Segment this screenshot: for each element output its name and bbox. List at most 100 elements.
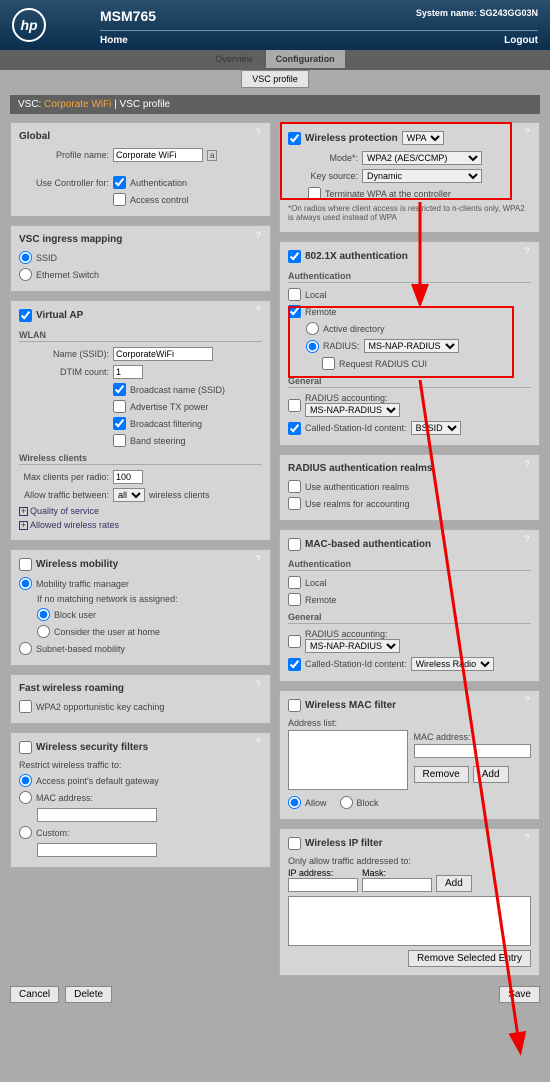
mac-input[interactable] — [37, 808, 157, 822]
ad-radio[interactable] — [306, 322, 319, 335]
nav-home[interactable]: Home — [100, 35, 128, 46]
terminate-wpa-checkbox[interactable] — [308, 187, 321, 200]
mac-radio[interactable] — [19, 791, 32, 804]
mac-remove-button[interactable]: Remove — [414, 766, 469, 783]
ingress-eth-radio[interactable] — [19, 268, 32, 281]
panel-ingress-title: VSC ingress mapping — [19, 232, 262, 249]
wprot-checkbox[interactable] — [288, 132, 301, 145]
ip-add-button[interactable]: Add — [436, 875, 472, 892]
macauth-csi-checkbox[interactable] — [288, 658, 301, 671]
mask-input[interactable] — [362, 878, 432, 892]
ra-checkbox[interactable] — [288, 399, 301, 412]
subnet-mobility-radio[interactable] — [19, 642, 32, 655]
adv-tx-checkbox[interactable] — [113, 400, 126, 413]
macauth-checkbox[interactable] — [288, 538, 301, 551]
csi-checkbox[interactable] — [288, 422, 301, 435]
csi-select[interactable]: BSSID — [411, 421, 461, 435]
secfilt-checkbox[interactable] — [19, 741, 32, 754]
help-icon[interactable]: ? — [521, 459, 533, 471]
header: hp MSM765 System name: SG243GG03N Home L… — [0, 0, 550, 50]
home-radio[interactable] — [37, 625, 50, 638]
panel-dot1x: 802.1X authentication ? Authentication L… — [279, 241, 540, 446]
ip-remove-button[interactable]: Remove Selected Entry — [408, 950, 531, 967]
ra-select[interactable]: MS-NAP-RADIUS — [305, 403, 400, 417]
dot1x-checkbox[interactable] — [288, 250, 301, 263]
macauth-ra-checkbox[interactable] — [288, 635, 301, 648]
help-icon[interactable]: ? — [252, 230, 264, 242]
macfilter-checkbox[interactable] — [288, 699, 301, 712]
radius-radio[interactable] — [306, 340, 319, 353]
profile-name-input[interactable] — [113, 148, 203, 162]
auth-checkbox[interactable] — [113, 176, 126, 189]
macauth-remote-checkbox[interactable] — [288, 593, 301, 606]
macauth-ra-select[interactable]: MS-NAP-RADIUS — [305, 639, 400, 653]
mobility-checkbox[interactable] — [19, 558, 32, 571]
mac-address-list[interactable] — [288, 730, 408, 790]
macfilt-allow-radio[interactable] — [288, 796, 301, 809]
lang-icon[interactable]: a — [207, 150, 217, 161]
help-icon[interactable]: ? — [521, 695, 533, 707]
wprot-select[interactable]: WPA — [402, 131, 444, 145]
panel-global: Global ? Profile name:a Use Controller f… — [10, 122, 271, 217]
panel-vap: Virtual AP ? WLAN Name (SSID): DTIM coun… — [10, 300, 271, 541]
qos-expand[interactable]: +Quality of service — [19, 504, 262, 518]
custom-radio[interactable] — [19, 826, 32, 839]
system-name: System name: SG243GG03N — [416, 8, 538, 18]
max-clients-input[interactable] — [113, 470, 143, 484]
mac-addr-input[interactable] — [414, 744, 532, 758]
bcast-filter-checkbox[interactable] — [113, 417, 126, 430]
wpa2-okc-checkbox[interactable] — [19, 700, 32, 713]
ip-input[interactable] — [288, 878, 358, 892]
bcast-ssid-checkbox[interactable] — [113, 383, 126, 396]
panel-macfilter: Wireless MAC filter ? Address list: MAC … — [279, 690, 540, 820]
subtab-vsc[interactable]: VSC profile — [241, 70, 309, 88]
rates-expand[interactable]: +Allowed wireless rates — [19, 518, 262, 532]
tab-configuration[interactable]: Configuration — [266, 50, 345, 68]
custom-input[interactable] — [37, 843, 157, 857]
help-icon[interactable]: ? — [252, 679, 264, 691]
dot1x-remote-checkbox[interactable] — [288, 305, 301, 318]
dtim-input[interactable] — [113, 365, 143, 379]
tab-overview[interactable]: Overview — [205, 50, 263, 68]
help-icon[interactable]: ? — [521, 534, 533, 546]
ap-gw-radio[interactable] — [19, 774, 32, 787]
acct-realms-checkbox[interactable] — [288, 497, 301, 510]
key-source-select[interactable]: Dynamic — [362, 169, 482, 183]
block-user-radio[interactable] — [37, 608, 50, 621]
help-icon[interactable]: ? — [252, 737, 264, 749]
help-icon[interactable]: ? — [252, 127, 264, 139]
macfilt-block-radio[interactable] — [340, 796, 353, 809]
use-realms-checkbox[interactable] — [288, 480, 301, 493]
dot1x-local-checkbox[interactable] — [288, 288, 301, 301]
product-title: MSM765 — [100, 8, 156, 24]
panel-ingress: VSC ingress mapping ? SSID Ethernet Swit… — [10, 225, 271, 292]
ingress-ssid-radio[interactable] — [19, 251, 32, 264]
radius-select[interactable]: MS-NAP-RADIUS — [364, 339, 459, 353]
help-icon[interactable]: ? — [252, 305, 264, 317]
panel-ipfilter: Wireless IP filter ? Only allow traffic … — [279, 828, 540, 976]
save-button[interactable]: Save — [499, 986, 540, 1003]
mac-add-button[interactable]: Add — [473, 766, 509, 783]
help-icon[interactable]: ? — [521, 127, 533, 139]
help-icon[interactable]: ? — [521, 246, 533, 258]
ssid-input[interactable] — [113, 347, 213, 361]
wpa-mode-select[interactable]: WPA2 (AES/CCMP) — [362, 151, 482, 165]
nav-logout[interactable]: Logout — [504, 35, 538, 46]
help-icon[interactable]: ? — [252, 554, 264, 566]
macauth-local-checkbox[interactable] — [288, 576, 301, 589]
panel-macauth: MAC-based authentication ? Authenticatio… — [279, 529, 540, 682]
access-checkbox[interactable] — [113, 193, 126, 206]
cancel-button[interactable]: Cancel — [10, 986, 59, 1003]
sub-tabs: VSC profile — [0, 70, 550, 91]
ipfilter-checkbox[interactable] — [288, 837, 301, 850]
mtm-radio[interactable] — [19, 577, 32, 590]
ip-list[interactable] — [288, 896, 531, 946]
req-cui-checkbox[interactable] — [322, 357, 335, 370]
vap-enable-checkbox[interactable] — [19, 309, 32, 322]
band-steer-checkbox[interactable] — [113, 434, 126, 447]
allow-traffic-select[interactable]: all — [113, 488, 145, 502]
macauth-csi-select[interactable]: Wireless Radio — [411, 657, 494, 671]
delete-button[interactable]: Delete — [65, 986, 112, 1003]
panel-mobility: Wireless mobility ? Mobility traffic man… — [10, 549, 271, 666]
help-icon[interactable]: ? — [521, 833, 533, 845]
